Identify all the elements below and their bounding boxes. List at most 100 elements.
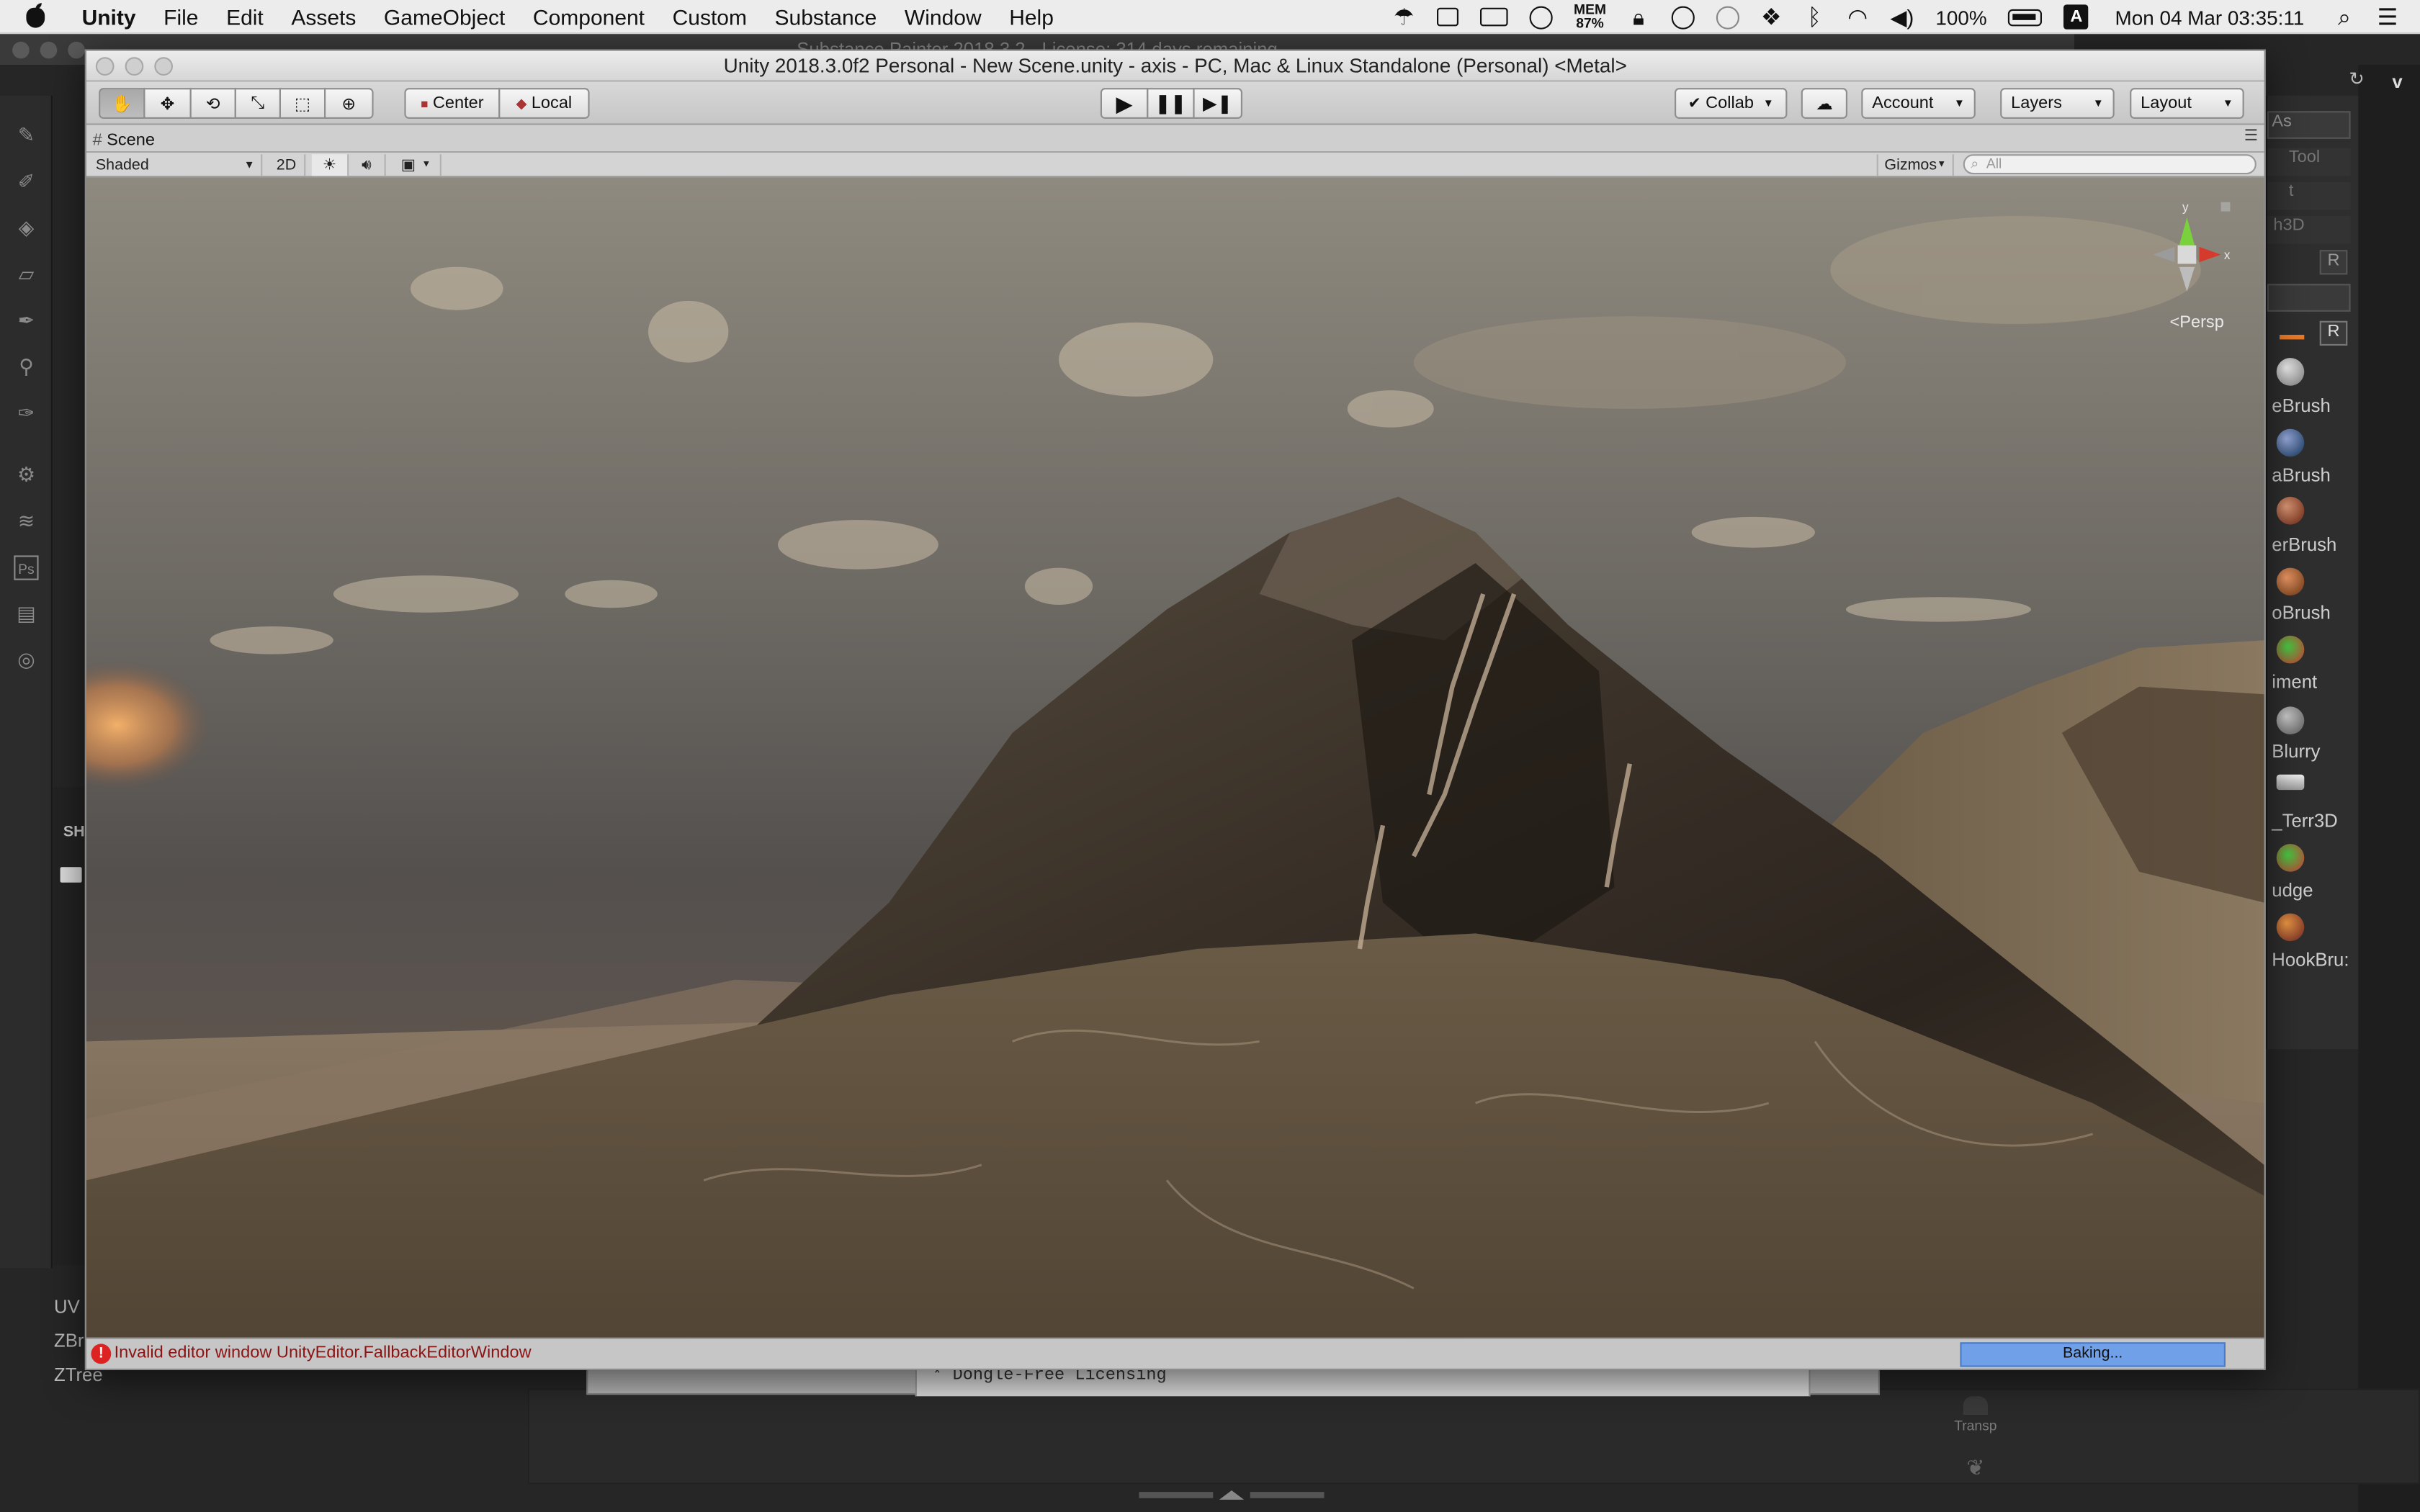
gauge-icon[interactable] (1528, 4, 1553, 29)
draw-mode-dropdown[interactable]: Shaded ▼ (89, 154, 263, 176)
play-button[interactable]: ▶ (1100, 88, 1149, 119)
transp-tool[interactable]: Transp ❦ (1954, 1396, 1997, 1481)
brush-item[interactable]: iment (2272, 671, 2317, 693)
collab-dropdown[interactable]: ✔ Collab ▼ (1675, 88, 1788, 119)
2d-toggle[interactable]: 2D (269, 154, 306, 176)
brush-icon (2276, 635, 2305, 664)
menu-window[interactable]: Window (891, 4, 995, 28)
console-error-message[interactable]: Invalid editor window UnityEditor.Fallba… (115, 1344, 532, 1362)
unity-toolbar: ✋ ✥ ⟲ ⤡ ⬚ ⊕ ■ Center ◆ Local ▶ ❚❚ ▶❚ ✔ Coll… (86, 81, 2264, 125)
scale-tool-button[interactable]: ⤡ (234, 88, 281, 119)
r-button-2[interactable]: R (2319, 320, 2348, 346)
scene-view-toolbar: Shaded ▼ 2D ☀ 🔊︎ ▣ ▼ Gizmos ▼ ⌕ All (86, 153, 2264, 178)
brush-item[interactable]: HookBru: (2272, 949, 2349, 971)
bottom-splitter-handle[interactable] (1139, 1488, 1325, 1503)
photoshop-icon: Ps (14, 555, 39, 580)
document-icon: ▤ (17, 601, 36, 625)
sun-icon: ☀ (322, 156, 337, 174)
spotlight-search-icon[interactable]: ⌕ (2334, 4, 2355, 30)
brush-icon (2276, 706, 2305, 734)
pivot-icon: ■ (421, 96, 429, 111)
clock[interactable]: Mon 04 Mar 03:35:11 (2115, 4, 2305, 29)
r-button[interactable]: R (2319, 250, 2348, 275)
brush-icon (2276, 428, 2305, 457)
menu-assets[interactable]: Assets (277, 4, 370, 28)
feather-icon: ❦ (1966, 1454, 1985, 1480)
transform-tool-button[interactable]: ⊕ (324, 88, 374, 119)
display-icon[interactable] (1479, 4, 1507, 29)
tab-scene[interactable]: # Scene (93, 128, 155, 153)
brush-item[interactable]: oBrush (2272, 602, 2330, 624)
tab-menu-icon[interactable]: ☰ (2244, 128, 2258, 145)
app-menu[interactable]: Unity (68, 4, 150, 28)
brush-item[interactable]: Blurry (2272, 741, 2320, 762)
zoom-button[interactable] (154, 57, 173, 76)
menu-gameobject[interactable]: GameObject (370, 4, 519, 28)
time-machine-icon[interactable] (1716, 4, 1739, 29)
bluetooth-icon[interactable]: ᛒ (1803, 4, 1825, 30)
menu-help[interactable]: Help (995, 4, 1067, 28)
tool-button[interactable]: Tool (2267, 148, 2351, 176)
dropbox-icon[interactable]: ❖ (1760, 4, 1782, 30)
audio-toggle[interactable]: 🔊︎ (349, 154, 386, 176)
airplay-icon[interactable] (1436, 4, 1458, 29)
volume-icon[interactable]: ◀︎) (1890, 4, 1914, 29)
brush-item[interactable]: aBrush (2272, 464, 2330, 486)
layout-dropdown[interactable]: Layout ▼ (2130, 88, 2244, 119)
rotate-tool-button[interactable]: ⟲ (189, 88, 236, 119)
brush-item[interactable]: erBrush (2272, 534, 2336, 555)
brush-item[interactable]: _Terr3D (2272, 810, 2337, 832)
brush-item[interactable]: udge (2272, 879, 2313, 901)
speaker-icon: 🔊︎ (362, 156, 372, 174)
projection-label[interactable]: <Persp (2169, 313, 2223, 332)
wifi-icon[interactable]: ◠ (1847, 4, 1868, 30)
scene-search-input[interactable]: ⌕ All (1963, 154, 2257, 175)
goz3d-button[interactable]: h3D (2267, 216, 2351, 244)
lighting-toggle[interactable]: ☀ (311, 154, 349, 176)
effects-dropdown[interactable]: ▣ ▼ (392, 154, 442, 176)
apple-menu-icon[interactable] (22, 2, 50, 30)
brush-item[interactable]: eBrush (2272, 395, 2330, 417)
pause-icon: ❚❚ (1155, 92, 1186, 114)
accessibility-icon[interactable] (1671, 4, 1695, 29)
cloud-button[interactable]: ☁ (1801, 88, 1847, 119)
pivot-local-button[interactable]: ◆ Local (498, 88, 590, 119)
check-icon: ✔ (1688, 94, 1701, 112)
grid-icon: # (92, 131, 102, 150)
gizmos-dropdown[interactable]: Gizmos ▼ (1876, 154, 1954, 176)
account-dropdown[interactable]: Account ▼ (1861, 88, 1976, 119)
picker-icon: ✑ (17, 401, 35, 425)
menu-substance[interactable]: Substance (761, 4, 890, 28)
close-button[interactable] (95, 57, 115, 76)
t-button[interactable]: t (2267, 181, 2351, 210)
window-titlebar[interactable]: Unity 2018.3.0f2 Personal - New Scene.un… (86, 50, 2264, 82)
saveas-button[interactable]: As (2267, 111, 2351, 139)
minimize-button[interactable] (125, 57, 144, 76)
substance-icon: ◎ (17, 648, 35, 672)
menu-custom[interactable]: Custom (658, 4, 761, 28)
v-label: v (2392, 71, 2403, 93)
rect-tool-button[interactable]: ⬚ (279, 88, 326, 119)
lock-icon[interactable]: 🔒︎ (1628, 4, 1649, 29)
move-tool-button[interactable]: ✥ (143, 88, 192, 119)
refresh-icon: ↻ (2349, 68, 2365, 90)
baking-progress-bar[interactable]: Baking... (1960, 1342, 2226, 1367)
orientation-gizmo[interactable]: y x (2141, 199, 2233, 300)
umbrella-icon[interactable]: ☂ (1393, 4, 1415, 30)
menu-component[interactable]: Component (519, 4, 659, 28)
search-icon: ⌕ (1971, 156, 1979, 171)
notification-center-icon[interactable]: ☰ (2377, 4, 2398, 30)
rect-icon: ⬚ (294, 94, 311, 114)
hand-tool-button[interactable]: ✋ (99, 88, 145, 119)
pause-button[interactable]: ❚❚ (1147, 88, 1195, 119)
layers-dropdown[interactable]: Layers ▼ (2000, 88, 2115, 119)
memory-monitor[interactable]: MEM 87% (1574, 2, 1606, 30)
step-button[interactable]: ▶❚ (1193, 88, 1242, 119)
menu-edit[interactable]: Edit (212, 4, 277, 28)
menu-file[interactable]: File (150, 4, 212, 28)
input-source-icon[interactable]: A (2063, 4, 2089, 30)
pivot-center-button[interactable]: ■ Center (404, 88, 501, 119)
battery-icon[interactable] (2008, 4, 2043, 29)
brush-icon (2276, 774, 2305, 791)
scene-viewport[interactable]: y x <Persp (86, 177, 2264, 1338)
